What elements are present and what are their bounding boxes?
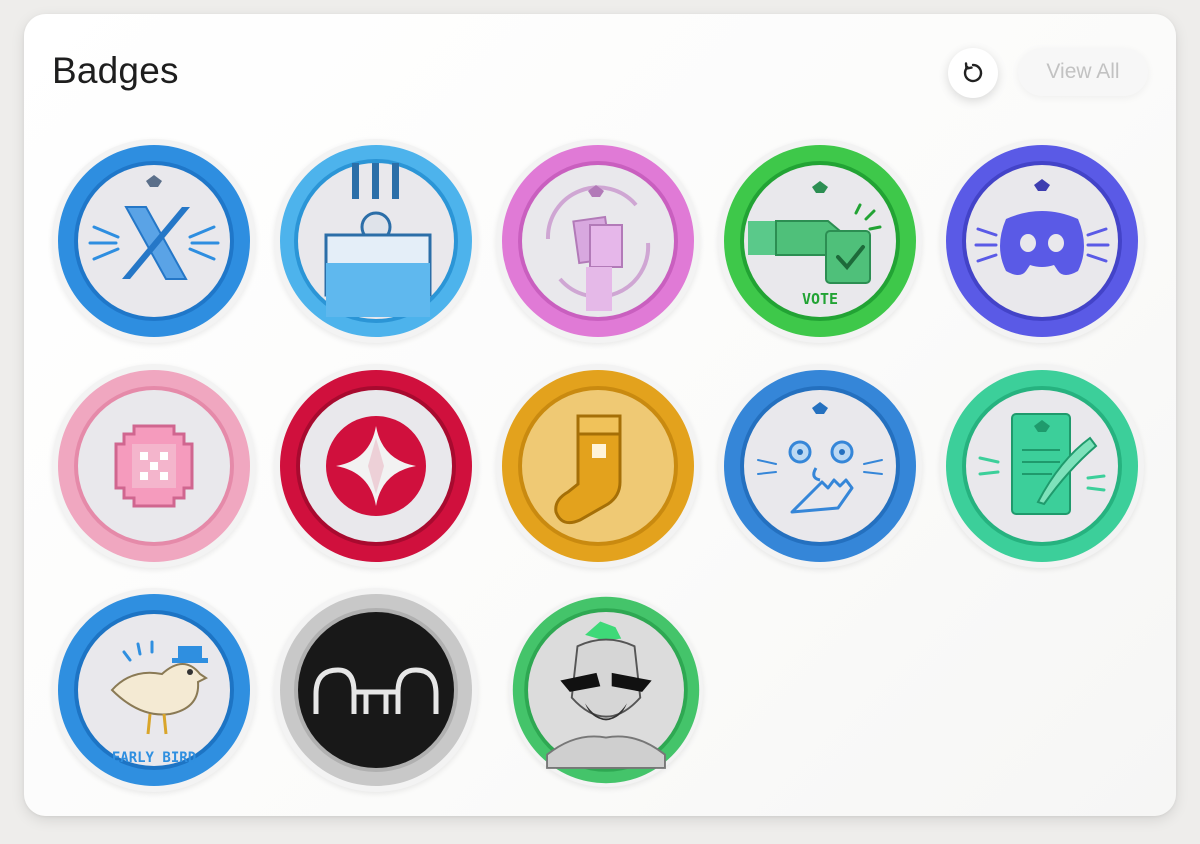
badge-x[interactable] xyxy=(52,139,256,343)
refresh-icon xyxy=(963,62,983,83)
badge-ballot[interactable] xyxy=(274,139,478,343)
badge-cards[interactable] xyxy=(496,139,700,343)
early-bird-icon: EARLY BIRD xyxy=(58,594,250,786)
badge-discord[interactable] xyxy=(940,139,1144,343)
badge-face[interactable] xyxy=(718,364,922,568)
refresh-button[interactable] xyxy=(948,48,998,98)
mohawk-character-icon xyxy=(512,596,700,784)
badge-sock[interactable] xyxy=(496,364,700,568)
page-title: Badges xyxy=(52,50,179,91)
badges-card: Badges View All VOTE EARLY BIRD xyxy=(24,14,1176,816)
badge-arch[interactable] xyxy=(274,588,478,792)
sock-icon xyxy=(502,370,694,562)
document-quill-icon xyxy=(946,370,1138,562)
x-logo-icon xyxy=(58,145,250,337)
badge-star[interactable] xyxy=(274,364,478,568)
card-swap-icon xyxy=(502,145,694,337)
badge-early-bird[interactable]: EARLY BIRD xyxy=(52,588,256,792)
ballot-box-icon xyxy=(280,145,472,337)
badge-vote[interactable]: VOTE xyxy=(718,139,922,343)
arch-logo-icon xyxy=(280,594,472,786)
vote-hand-icon: VOTE xyxy=(724,145,916,337)
view-all-button[interactable]: View All xyxy=(1018,48,1148,96)
pixel-button-icon xyxy=(58,370,250,562)
badge-pixel[interactable] xyxy=(52,364,256,568)
four-point-star-icon xyxy=(280,370,472,562)
badge-quill[interactable] xyxy=(940,364,1144,568)
discord-logo-icon xyxy=(946,145,1138,337)
surprised-face-icon xyxy=(724,370,916,562)
early-bird-label: EARLY BIRD xyxy=(112,750,196,766)
vote-label: VOTE xyxy=(802,290,838,308)
badge-character[interactable] xyxy=(509,593,703,787)
